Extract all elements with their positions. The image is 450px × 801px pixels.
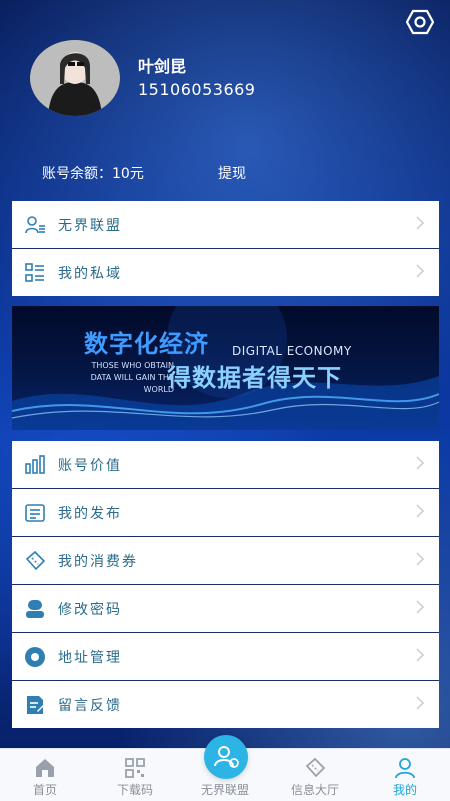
chevron-right-icon [416, 696, 425, 710]
feedback-icon [27, 695, 45, 714]
nav-label: 我的 [392, 783, 417, 797]
alliance-icon [214, 746, 239, 768]
nav-info-hall[interactable]: 信息大厅 [270, 749, 360, 801]
menu-item-label: 修改密码 [58, 601, 122, 618]
chevron-right-icon [416, 216, 425, 230]
menu-item-my-coupons[interactable]: 我的消费券 [12, 537, 439, 585]
menu-item-change-password[interactable]: 修改密码 [12, 585, 439, 633]
location-icon [25, 646, 45, 667]
menu-item-label: 我的消费券 [58, 553, 138, 570]
menu-item-label: 我的私域 [58, 265, 122, 282]
settings-gear-icon[interactable] [406, 8, 434, 36]
chevron-right-icon [416, 600, 425, 614]
user-list-icon [25, 215, 45, 233]
nav-label: 首页 [32, 783, 57, 797]
chevron-right-icon [416, 648, 425, 662]
menu-item-feedback[interactable]: 留言反馈 [12, 681, 439, 728]
menu-item-account-value[interactable]: 账号价值 [12, 441, 439, 489]
banner-small-text: THOSE WHO OBTAIN DATA WILL GAIN THE WORL… [90, 361, 174, 394]
menu-item-alliance[interactable]: 无界联盟 [12, 201, 439, 249]
banner-title: 数字化经济 [84, 330, 209, 358]
nav-label: 无界联盟 [200, 783, 249, 797]
qr-code-icon [125, 758, 145, 778]
menu-item-private-domain[interactable]: 我的私域 [12, 249, 439, 296]
withdraw-button[interactable]: 提现 [218, 163, 246, 183]
list-grid-icon [25, 262, 44, 282]
nav-download-code[interactable]: 下载码 [90, 749, 180, 801]
user-phone: 15106053669 [138, 80, 256, 99]
nav-label: 信息大厅 [290, 783, 339, 797]
avatar-photo [30, 40, 120, 116]
user-icon [395, 758, 415, 779]
menu-item-label: 地址管理 [58, 649, 122, 666]
user-name: 叶剑昆 [138, 57, 187, 76]
home-icon [36, 759, 54, 777]
account-balance: 账号余额：10元 [42, 166, 144, 182]
bar-chart-icon [25, 454, 45, 474]
document-icon [25, 503, 45, 522]
menu-item-label: 留言反馈 [58, 697, 122, 714]
menu-card-main: 账号价值 我的发布 我的消费券 修改密码 地址管理 留言反馈 [12, 441, 439, 728]
ticket-icon [305, 757, 326, 778]
ticket-icon [25, 550, 46, 570]
nav-label: 下载码 [116, 783, 153, 797]
nav-home[interactable]: 首页 [0, 749, 90, 801]
menu-item-my-posts[interactable]: 我的发布 [12, 489, 439, 537]
nav-mine[interactable]: 我的 [360, 749, 450, 801]
chevron-right-icon [416, 504, 425, 518]
menu-item-label: 无界联盟 [58, 217, 122, 234]
menu-item-label: 我的发布 [58, 505, 122, 522]
banner-slogan: 得数据者得天下 [167, 364, 342, 392]
menu-card-top: 无界联盟 我的私域 [12, 201, 439, 296]
chevron-right-icon [416, 456, 425, 470]
alliance-center-button[interactable] [204, 735, 248, 779]
avatar[interactable] [30, 40, 120, 116]
user-lock-icon [26, 599, 44, 618]
chevron-right-icon [416, 552, 425, 566]
promo-banner[interactable]: 数字化经济 DIGITAL ECONOMY THOSE WHO OBTAIN D… [12, 306, 439, 430]
banner-subtitle: DIGITAL ECONOMY [232, 344, 352, 358]
chevron-right-icon [416, 264, 425, 278]
menu-item-label: 账号价值 [58, 457, 122, 474]
menu-item-address[interactable]: 地址管理 [12, 633, 439, 681]
